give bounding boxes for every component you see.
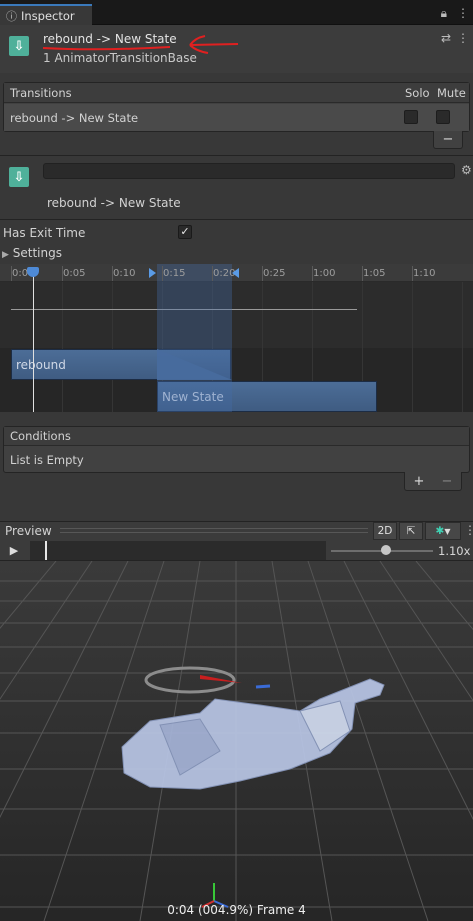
conditions-header: Conditions [4,427,469,446]
transition-duration-band[interactable] [157,264,232,412]
header-controls: ⇄ ⋮ [441,31,469,45]
transition-row-label: rebound -> New State [10,110,139,125]
conditions-list: Conditions List is Empty [3,426,470,473]
curve-track [0,282,473,348]
has-exit-time-checkbox[interactable]: ✓ [178,225,192,239]
settings-gear-icon[interactable]: ⚙ [461,163,472,177]
transition-label: rebound -> New State [47,196,181,210]
avatar-dropdown-button[interactable]: ✱ ▼ [425,522,461,540]
source-state-label: rebound [16,357,66,372]
settings-foldout[interactable]: ▶ Settings [2,246,62,260]
transition-icon: ⇩ [9,36,29,56]
preview-label: Preview [5,524,52,538]
speed-value: 1.10x [438,544,471,558]
transition-name-field[interactable] [43,163,455,179]
solo-checkbox[interactable] [404,110,418,124]
preview-scene [0,561,473,921]
transition-end-marker[interactable] [232,268,239,278]
play-icon: ▶ [9,544,19,557]
preview-viewport[interactable] [0,561,473,921]
chevron-down-icon: ▼ [444,526,451,536]
axis-marker [255,684,271,689]
transition-start-marker[interactable] [149,268,156,278]
conditions-body: List is Empty [4,447,469,472]
conditions-title: Conditions [10,429,71,443]
transitions-list: Transitions Solo Mute rebound -> New Sta… [3,82,470,132]
frame-readout: 0:04 (004.9%) Frame 4 [167,903,306,917]
toggle-2d-button[interactable]: 2D [373,522,397,540]
tab-inspector[interactable]: ⓘ Inspector [0,4,92,25]
tick-label: 0:10 [113,268,136,279]
preview-drag-handle[interactable] [60,528,368,533]
tick-label: 1:10 [413,268,436,279]
tick-label: 0:25 [263,268,286,279]
play-button[interactable]: ▶ [3,541,25,560]
tick-label: 1:00 [313,268,336,279]
preview-scrubber[interactable] [30,541,326,560]
more-icon[interactable]: ⋮ [457,31,469,45]
has-exit-time-label: Has Exit Time [3,226,86,240]
scrubber-playhead[interactable] [45,541,47,560]
remove-condition-button[interactable]: − [442,474,453,489]
foldout-arrow-icon: ▶ [2,250,9,260]
divider [0,219,473,220]
pivot-icon: ⇱ [406,525,416,537]
tick-label: 0:05 [63,268,86,279]
transitions-title: Transitions [10,85,72,100]
tick-label: 0:15 [163,268,186,279]
divider [0,155,473,156]
remove-transition-button[interactable]: − [433,131,463,149]
mute-checkbox[interactable] [436,110,450,124]
speed-slider-knob[interactable] [381,545,391,555]
pivot-toggle-button[interactable]: ⇱ [399,522,423,540]
lock-icon[interactable]: 🔒︎ [441,6,447,21]
empty-list-text: List is Empty [10,452,84,467]
tick-label: 1:05 [363,268,386,279]
more-icon[interactable]: ⋮ [457,6,469,21]
transition-icon: ⇩ [9,167,29,187]
timeline-playhead[interactable] [33,268,34,412]
solo-column-label: Solo [405,86,430,100]
annotation-underline [42,35,239,54]
more-icon[interactable]: ⋮ [464,523,473,537]
preset-icon[interactable]: ⇄ [441,31,451,45]
tab-controls: 🔒︎ ⋮ [441,6,469,21]
conditions-footer: + − [404,472,462,491]
list-item[interactable]: rebound -> New State [4,104,469,131]
transitions-header: Transitions Solo Mute [4,83,469,103]
transition-timeline[interactable]: rebound New State 0:00 0:05 0:10 0:15 0:… [0,264,473,412]
tab-label: Inspector [21,8,75,23]
info-icon: ⓘ [6,9,17,23]
add-condition-button[interactable]: + [414,474,425,489]
avatar-icon: ✱ [435,525,445,537]
settings-label: Settings [12,246,62,260]
mute-column-label: Mute [437,86,466,100]
